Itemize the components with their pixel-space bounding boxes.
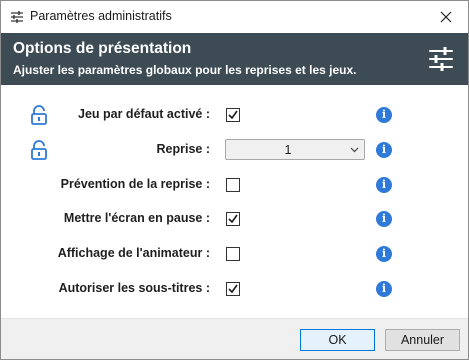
dialog-footer: OK Annuler (1, 318, 468, 359)
row-pause-screen: Mettre l'écran en pause : i (1, 205, 468, 233)
reprise-prevention-checkbox[interactable] (226, 178, 240, 192)
row-subtitles: Autoriser les sous-titres : i (1, 275, 468, 303)
close-button[interactable] (424, 1, 468, 33)
reprise-selected-value: 1 (284, 143, 292, 157)
cancel-button[interactable]: Annuler (385, 329, 460, 351)
row-label: Mettre l'écran en pause : (63, 211, 210, 225)
title-bar: Paramètres administratifs (1, 1, 468, 33)
row-label: Autoriser les sous-titres : (58, 281, 210, 295)
default-game-checkbox[interactable] (226, 108, 240, 122)
check-icon (228, 284, 238, 294)
unlock-icon[interactable] (30, 140, 48, 160)
row-reprise: Reprise : 1 i (1, 136, 468, 164)
ok-button[interactable]: OK (300, 329, 375, 351)
row-label: Affichage de l'animateur : (57, 246, 210, 260)
info-icon[interactable]: i (376, 281, 392, 297)
row-label: Prévention de la reprise : (60, 177, 210, 191)
host-display-checkbox[interactable] (226, 247, 240, 261)
app-sliders-icon (11, 11, 23, 23)
row-default-game: Jeu par défaut activé : i (1, 101, 468, 129)
info-icon[interactable]: i (376, 142, 392, 158)
info-icon[interactable]: i (376, 211, 392, 227)
chevron-down-icon (350, 147, 359, 153)
settings-sliders-icon (429, 47, 453, 71)
dialog-window: Paramètres administratifs Options de pré… (0, 0, 469, 360)
info-icon[interactable]: i (376, 177, 392, 193)
header-subtitle: Ajuster les paramètres globaux pour les … (13, 63, 357, 77)
window-title: Paramètres administratifs (30, 9, 172, 23)
subtitles-checkbox[interactable] (226, 282, 240, 296)
row-label: Reprise : (156, 142, 211, 156)
info-icon[interactable]: i (376, 246, 392, 262)
row-reprise-prevention: Prévention de la reprise : i (1, 171, 468, 199)
check-icon (228, 214, 238, 224)
header-title: Options de présentation (13, 40, 192, 57)
check-icon (228, 110, 238, 120)
row-label: Jeu par défaut activé : (78, 107, 210, 121)
pause-screen-checkbox[interactable] (226, 212, 240, 226)
close-icon (440, 11, 452, 23)
info-icon[interactable]: i (376, 107, 392, 123)
unlock-icon[interactable] (30, 105, 48, 125)
row-host-display: Affichage de l'animateur : i (1, 240, 468, 268)
reprise-select[interactable]: 1 (225, 139, 365, 160)
dialog-header: Options de présentation Ajuster les para… (1, 33, 468, 85)
